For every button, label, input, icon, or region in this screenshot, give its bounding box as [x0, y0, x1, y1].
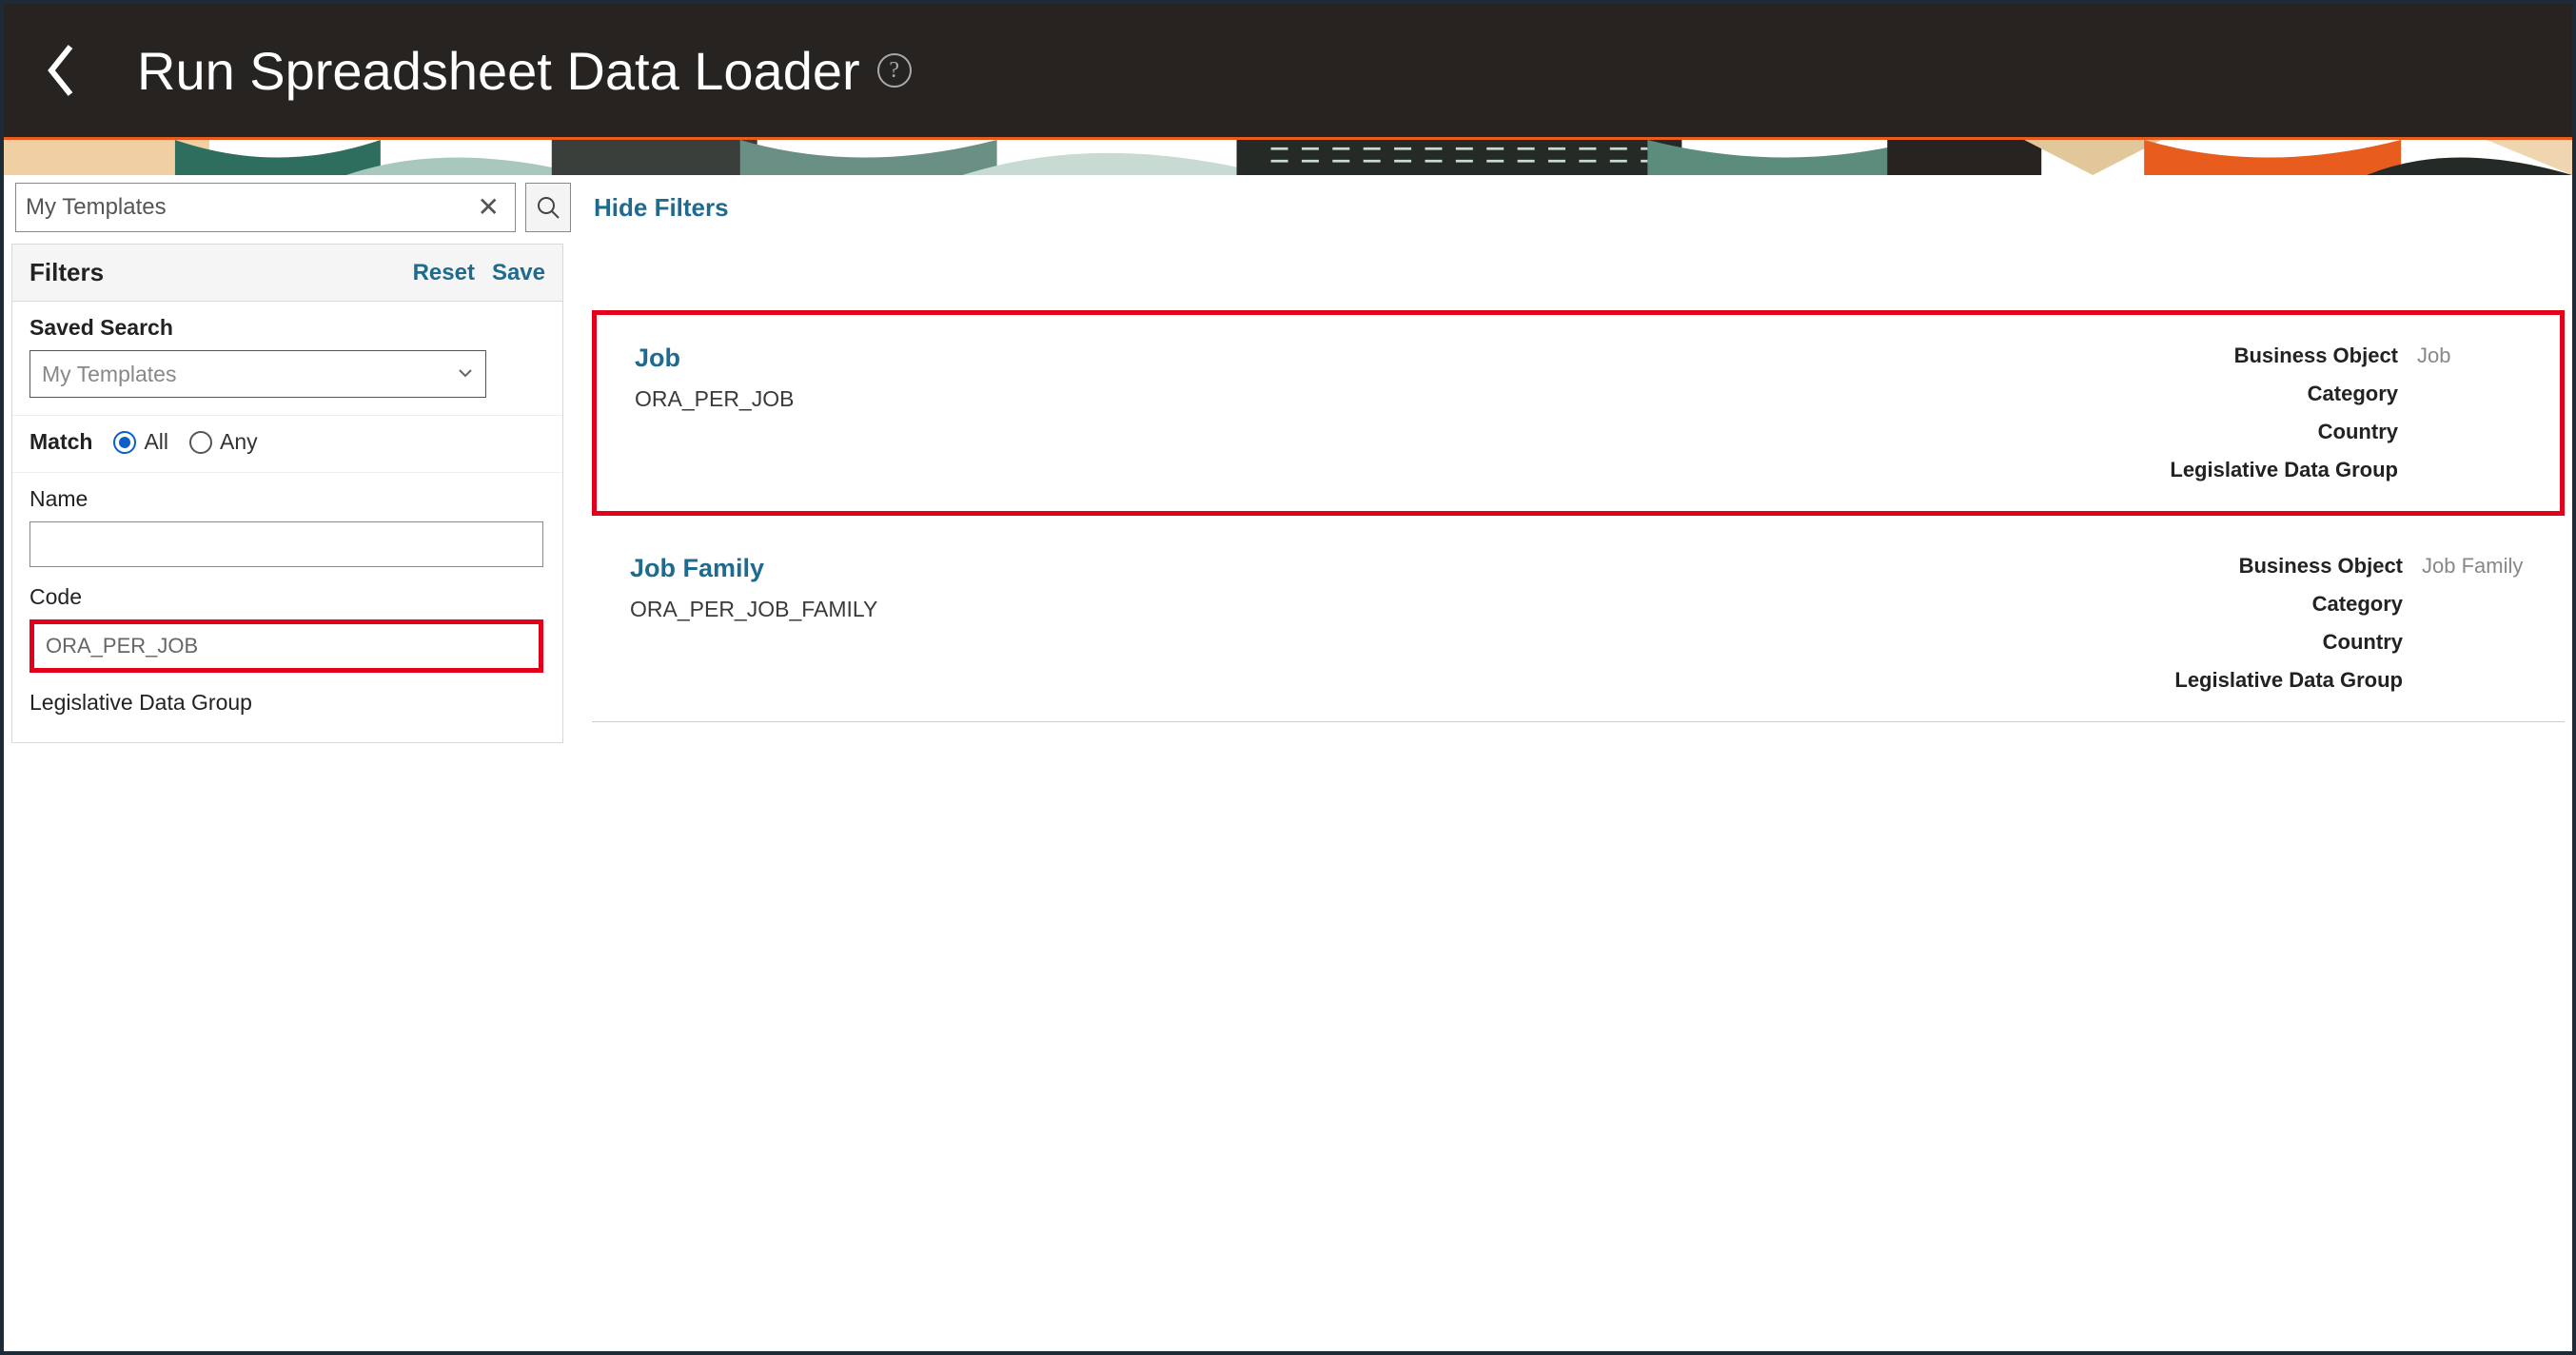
- radio-icon: [189, 431, 212, 454]
- radio-icon: [113, 431, 136, 454]
- page-title: Run Spreadsheet Data Loader: [137, 40, 860, 102]
- kv-ldg-label: Legislative Data Group: [2170, 458, 2398, 482]
- code-field-label: Code: [29, 584, 545, 610]
- filters-panel: Filters Reset Save Saved Search My Templ…: [11, 244, 563, 743]
- hide-filters-link[interactable]: Hide Filters: [594, 193, 729, 223]
- saved-search-value: My Templates: [42, 362, 176, 387]
- kv-country-value: [2417, 420, 2550, 444]
- clear-search-icon[interactable]: ✕: [472, 194, 505, 221]
- kv-ldg-label: Legislative Data Group: [2174, 668, 2403, 693]
- name-field-label: Name: [29, 486, 545, 512]
- search-icon: [536, 195, 560, 220]
- ldg-field-label: Legislative Data Group: [29, 690, 545, 716]
- kv-category-value: [2417, 382, 2550, 406]
- kv-category-label: Category: [2170, 382, 2398, 406]
- kv-ldg-value: [2422, 668, 2555, 693]
- results-area: Job ORA_PER_JOB Business Object Job Cate…: [563, 244, 2565, 722]
- kv-category-value: [2422, 592, 2555, 617]
- help-icon[interactable]: ?: [877, 53, 912, 88]
- decorative-banner: [4, 137, 2572, 175]
- match-any-label: Any: [220, 429, 258, 455]
- chevron-down-icon: [457, 362, 474, 387]
- code-input[interactable]: [29, 619, 543, 673]
- result-title-link[interactable]: Job: [635, 344, 920, 373]
- result-code: ORA_PER_JOB_FAMILY: [630, 597, 915, 622]
- result-title-link[interactable]: Job Family: [630, 554, 915, 583]
- reset-link[interactable]: Reset: [413, 260, 475, 286]
- chevron-left-icon: [42, 42, 80, 99]
- name-input[interactable]: [29, 521, 543, 567]
- result-card: Job Family ORA_PER_JOB_FAMILY Business O…: [592, 525, 2565, 722]
- kv-business-object-label: Business Object: [2170, 344, 2398, 368]
- match-all-radio[interactable]: All: [113, 429, 168, 455]
- match-all-label: All: [144, 429, 168, 455]
- result-code: ORA_PER_JOB: [635, 386, 920, 412]
- saved-search-label: Saved Search: [29, 315, 545, 341]
- kv-business-object-value: Job Family: [2422, 554, 2555, 579]
- kv-category-label: Category: [2174, 592, 2403, 617]
- back-button[interactable]: [32, 23, 89, 118]
- kv-country-label: Country: [2174, 630, 2403, 655]
- kv-country-label: Country: [2170, 420, 2398, 444]
- filters-title: Filters: [29, 258, 104, 287]
- match-label: Match: [29, 429, 92, 455]
- save-link[interactable]: Save: [492, 260, 545, 286]
- kv-business-object-label: Business Object: [2174, 554, 2403, 579]
- search-input[interactable]: [26, 194, 472, 221]
- kv-ldg-value: [2417, 458, 2550, 482]
- kv-country-value: [2422, 630, 2555, 655]
- match-any-radio[interactable]: Any: [189, 429, 258, 455]
- search-box: ✕: [15, 183, 516, 232]
- result-card: Job ORA_PER_JOB Business Object Job Cate…: [592, 310, 2565, 516]
- search-button[interactable]: [525, 183, 571, 232]
- saved-search-select[interactable]: My Templates: [29, 350, 486, 398]
- kv-business-object-value: Job: [2417, 344, 2550, 368]
